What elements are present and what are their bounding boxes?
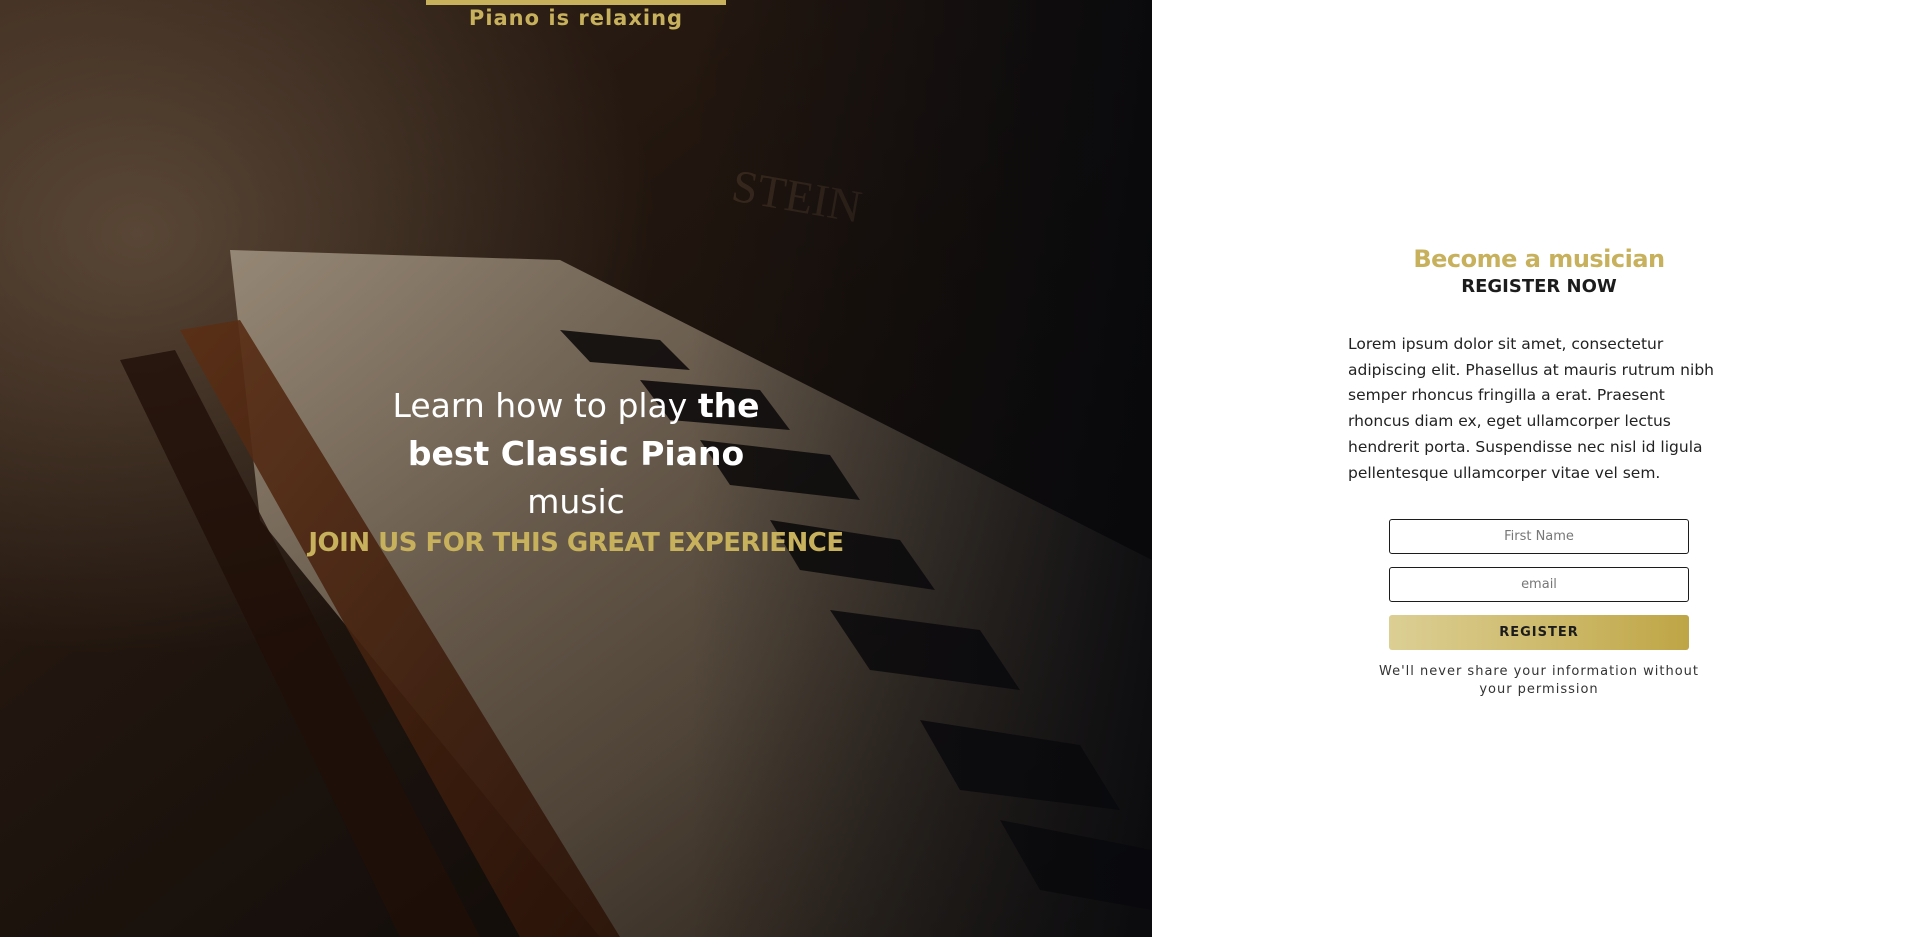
landing-page: STEIN Piano is relaxing Learn how to pla…: [0, 0, 1918, 937]
headline-emphasis: the: [697, 386, 760, 425]
email-input[interactable]: [1389, 567, 1689, 603]
registration-content: Become a musician REGISTER NOW Lorem ips…: [1348, 244, 1730, 699]
hero-section: STEIN Piano is relaxing Learn how to pla…: [0, 0, 1152, 937]
panel-title: Become a musician: [1413, 245, 1665, 273]
first-name-input[interactable]: [1389, 519, 1689, 555]
hero-cta-text: JOIN US FOR THIS GREAT EXPERIENCE: [308, 528, 844, 558]
headline-line-1: Learn how to play the: [0, 382, 1152, 430]
hero-accent-bar: [426, 0, 726, 5]
headline-text: Learn how to play: [392, 386, 698, 425]
headline-emphasis: best Classic Piano: [407, 434, 745, 473]
hero-headline: Learn how to play the best Classic Piano…: [0, 382, 1152, 526]
headline-line-3: music: [527, 482, 625, 521]
panel-subtitle: REGISTER NOW: [1461, 276, 1617, 297]
registration-form: REGISTER We'll never share your informat…: [1348, 519, 1730, 699]
registration-panel: Become a musician REGISTER NOW Lorem ips…: [1152, 0, 1918, 937]
headline-line-2: best Classic Piano: [0, 430, 1152, 478]
privacy-note: We'll never share your information witho…: [1379, 664, 1699, 698]
panel-description: Lorem ipsum dolor sit amet, consectetur …: [1348, 335, 1714, 482]
register-button[interactable]: REGISTER: [1389, 615, 1689, 651]
hero-tagline: Piano is relaxing: [468, 6, 684, 30]
